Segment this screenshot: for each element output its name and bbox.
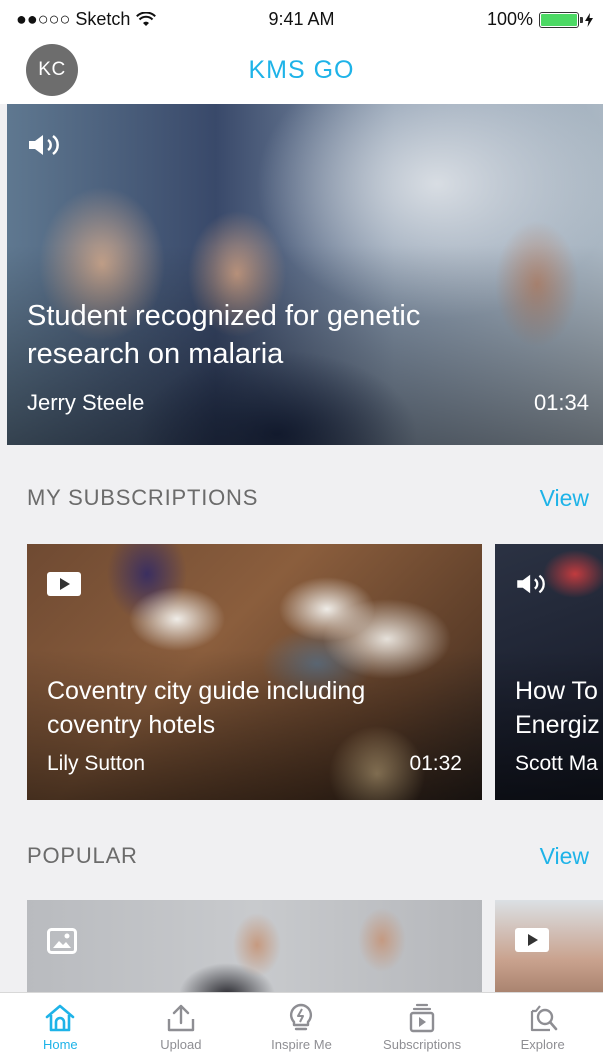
popular-card-2[interactable] bbox=[495, 900, 603, 1000]
lightbulb-icon bbox=[290, 1003, 313, 1031]
card-duration: 01:32 bbox=[409, 752, 462, 775]
tab-label: Upload bbox=[160, 1037, 202, 1052]
tab-upload[interactable]: Upload bbox=[121, 993, 242, 1062]
subscriptions-icon bbox=[409, 1003, 435, 1033]
app-header: KC KMS GO bbox=[0, 40, 603, 104]
featured-author: Jerry Steele bbox=[27, 390, 145, 415]
video-icon bbox=[515, 928, 549, 957]
sound-icon bbox=[27, 132, 63, 163]
card-title: Coventry city guide including coventry h… bbox=[47, 674, 365, 742]
tab-subscriptions[interactable]: Subscriptions bbox=[362, 993, 483, 1062]
upload-icon bbox=[167, 1004, 195, 1032]
image-icon bbox=[47, 928, 77, 959]
battery-percent: 100% bbox=[486, 9, 533, 29]
card-author: Lily Sutton bbox=[47, 752, 146, 775]
featured-media-card[interactable]: Student recognized for genetic research … bbox=[7, 104, 603, 445]
tab-label: Explore bbox=[520, 1037, 565, 1052]
sound-icon bbox=[515, 572, 549, 601]
featured-title: Student recognized for genetic research … bbox=[27, 300, 421, 370]
tab-label: Inspire Me bbox=[271, 1037, 332, 1052]
tab-home[interactable]: Home bbox=[0, 993, 121, 1062]
home-icon bbox=[45, 1004, 75, 1032]
card-title: How To Energiz bbox=[515, 674, 600, 742]
battery-group: 100% bbox=[487, 9, 593, 30]
subscriptions-section-title: MY SUBSCRIPTIONS bbox=[27, 485, 259, 510]
explore-icon bbox=[530, 1005, 557, 1032]
card-author: Scott Ma bbox=[515, 752, 598, 775]
tab-label: Subscriptions bbox=[383, 1037, 462, 1052]
card-title-line1: How To bbox=[515, 677, 598, 705]
subscription-card-coventry[interactable]: Coventry city guide including coventry h… bbox=[27, 544, 482, 800]
subscription-card-howto[interactable]: How To Energiz Scott Ma bbox=[495, 544, 603, 800]
card-title-line2: Energiz bbox=[515, 711, 600, 739]
subscriptions-view-link[interactable]: View bbox=[540, 485, 589, 512]
card-title-line1: Coventry city guide including bbox=[47, 677, 366, 705]
featured-duration: 01:34 bbox=[533, 390, 589, 415]
tab-explore[interactable]: Explore bbox=[482, 993, 603, 1062]
charging-icon bbox=[585, 12, 593, 27]
battery-icon bbox=[539, 11, 583, 28]
popular-section-title: POPULAR bbox=[27, 843, 138, 868]
tab-inspire-me[interactable]: Inspire Me bbox=[241, 993, 362, 1062]
app-title: KMS GO bbox=[248, 56, 355, 84]
video-icon bbox=[47, 572, 81, 601]
status-bar: ●●○○○ Sketch 9:41 AM 100% bbox=[0, 0, 603, 40]
tab-bar: Home Upload Inspire Me Subscriptions Exp… bbox=[0, 992, 603, 1062]
card-title-line2: coventry hotels bbox=[47, 711, 216, 739]
popular-card-1[interactable] bbox=[27, 900, 482, 1000]
tab-label: Home bbox=[42, 1037, 78, 1052]
popular-view-link[interactable]: View bbox=[540, 843, 589, 870]
